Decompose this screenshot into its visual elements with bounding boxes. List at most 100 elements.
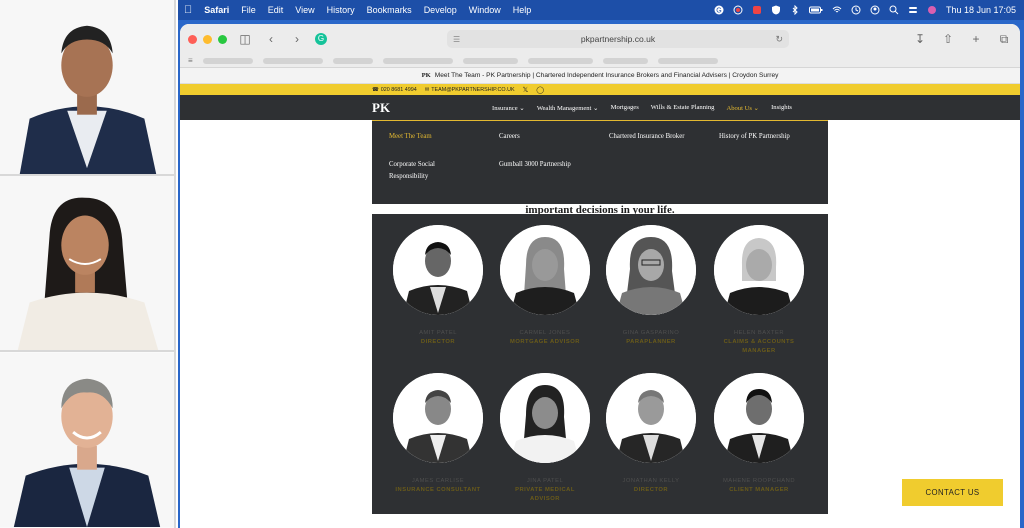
nav-about-us[interactable]: About Us ⌄ bbox=[726, 104, 759, 112]
team-member-card[interactable]: HELEN BAXTER CLAIMS & ACCOUNTS MANAGER bbox=[714, 225, 804, 356]
share-icon[interactable]: ⇧ bbox=[940, 32, 956, 47]
team-member-card[interactable]: JINA PATEL PRIVATE MEDICAL ADVISOR bbox=[500, 373, 590, 504]
x-twitter-icon[interactable]: 𝕏 bbox=[523, 86, 529, 94]
shield-icon[interactable] bbox=[771, 5, 781, 15]
dropdown-careers[interactable]: Careers bbox=[499, 131, 579, 143]
email-link[interactable]: TEAM@PKPARTNERSHIP.CO.UK bbox=[431, 87, 514, 93]
new-tab-icon[interactable]: + bbox=[968, 32, 984, 47]
portrait-photo-man-2 bbox=[0, 352, 176, 528]
dropdown-history[interactable]: History of PK Partnership bbox=[719, 131, 815, 143]
favorite-item-blurred[interactable] bbox=[527, 57, 593, 64]
contact-topbar: ☎ 020 8681 4994 ✉ TEAM@PKPARTNERSHIP.CO.… bbox=[180, 84, 1020, 95]
favorite-item-blurred[interactable] bbox=[382, 57, 453, 64]
page-settings-icon[interactable]: ☰ bbox=[453, 35, 460, 44]
grammarly-extension-icon[interactable]: G bbox=[315, 33, 327, 45]
bluetooth-icon[interactable] bbox=[790, 4, 800, 16]
team-member-name: AMIT PATEL bbox=[419, 330, 457, 336]
browser-toolbar: ◫ ‹ › G ☰ pkpartnership.co.uk ↻ ↧ ⇧ + ⧉ bbox=[180, 24, 1020, 54]
apple-menu-icon[interactable]:  bbox=[184, 4, 192, 16]
tab-overview-icon[interactable]: ⧉ bbox=[996, 32, 1012, 47]
team-member-photo[interactable] bbox=[393, 373, 483, 463]
menu-view[interactable]: View bbox=[295, 5, 314, 15]
team-member-card[interactable]: GINA GASPARINO PARAPLANNER bbox=[606, 225, 696, 347]
nav-mortgages[interactable]: Mortgages bbox=[611, 104, 639, 112]
menu-app-name[interactable]: Safari bbox=[204, 5, 229, 15]
menu-history[interactable]: History bbox=[327, 5, 355, 15]
team-member-photo[interactable] bbox=[500, 225, 590, 315]
control-center-icon[interactable] bbox=[908, 5, 918, 15]
team-member-photo[interactable] bbox=[714, 225, 804, 315]
team-member-role: PRIVATE MEDICAL ADVISOR bbox=[515, 487, 575, 502]
team-member-card[interactable]: JONATHAN KELLY DIRECTOR bbox=[606, 373, 696, 495]
download-icon[interactable]: ↧ bbox=[912, 32, 928, 47]
favorite-item-blurred[interactable] bbox=[262, 57, 323, 64]
menu-edit[interactable]: Edit bbox=[268, 5, 284, 15]
portrait-photo-woman bbox=[0, 176, 176, 352]
back-button-icon[interactable]: ‹ bbox=[263, 32, 279, 46]
url-text[interactable]: pkpartnership.co.uk bbox=[581, 34, 655, 44]
about-us-dropdown: Meet The Team Careers Chartered Insuranc… bbox=[372, 120, 828, 204]
minimize-window-button[interactable] bbox=[203, 34, 212, 44]
dropdown-csr[interactable]: Corporate Social Responsibility bbox=[389, 159, 469, 183]
favorites-menu-icon[interactable]: ≡ bbox=[188, 56, 193, 65]
dropdown-meet-the-team[interactable]: Meet The Team bbox=[389, 131, 469, 143]
menu-file[interactable]: File bbox=[241, 5, 256, 15]
nav-insights[interactable]: Insights bbox=[771, 104, 792, 112]
team-member-name: CARMEL JONES bbox=[519, 330, 571, 336]
clock-icon[interactable] bbox=[851, 5, 861, 15]
grammarly-icon[interactable]: G bbox=[714, 5, 724, 15]
site-logo[interactable]: PK bbox=[372, 100, 492, 116]
favorite-item-blurred[interactable] bbox=[602, 57, 648, 64]
menu-help[interactable]: Help bbox=[513, 5, 532, 15]
menubar-clock[interactable]: Thu 18 Jun 17:05 bbox=[946, 5, 1016, 15]
tab-title[interactable]: Meet The Team - PK Partnership | Charter… bbox=[435, 72, 779, 79]
zoom-window-button[interactable] bbox=[218, 34, 227, 44]
phone-link[interactable]: 020 8681 4994 bbox=[381, 87, 417, 93]
main-nav: PK Insurance ⌄ Wealth Management ⌄ Mortg… bbox=[180, 95, 1020, 120]
siri-icon[interactable] bbox=[927, 5, 937, 15]
team-member-photo[interactable] bbox=[500, 373, 590, 463]
address-bar[interactable]: ☰ pkpartnership.co.uk ↻ bbox=[447, 30, 789, 48]
nav-menu: Insurance ⌄ Wealth Management ⌄ Mortgage… bbox=[492, 104, 792, 112]
active-tab[interactable]: PK Meet The Team - PK Partnership | Char… bbox=[180, 68, 1020, 84]
favorite-item-blurred[interactable] bbox=[202, 57, 253, 64]
battery-icon[interactable] bbox=[808, 5, 823, 15]
web-page: ☎ 020 8681 4994 ✉ TEAM@PKPARTNERSHIP.CO.… bbox=[180, 84, 1020, 514]
team-member-role: DIRECTOR bbox=[633, 487, 669, 493]
record-icon[interactable] bbox=[733, 5, 743, 15]
nav-wealth-management[interactable]: Wealth Management ⌄ bbox=[537, 104, 599, 112]
nav-wills-estate-planning[interactable]: Wills & Estate Planning bbox=[651, 104, 715, 112]
sidebar-toggle-icon[interactable]: ◫ bbox=[237, 32, 253, 46]
favorite-item-blurred[interactable] bbox=[657, 57, 718, 64]
menu-window[interactable]: Window bbox=[469, 5, 501, 15]
team-member-photo[interactable] bbox=[393, 225, 483, 315]
menu-bookmarks[interactable]: Bookmarks bbox=[367, 5, 412, 15]
team-member-card[interactable]: MAHENE ROOPCHAND CLIENT MANAGER bbox=[714, 373, 804, 495]
search-icon[interactable] bbox=[889, 5, 899, 15]
favorite-item-blurred[interactable] bbox=[462, 57, 518, 64]
forward-button-icon[interactable]: › bbox=[289, 32, 305, 46]
menu-develop[interactable]: Develop bbox=[424, 5, 457, 15]
nav-insurance[interactable]: Insurance ⌄ bbox=[492, 104, 525, 112]
dropbox-icon[interactable] bbox=[752, 5, 762, 15]
favorite-item-blurred[interactable] bbox=[332, 57, 373, 64]
team-member-card[interactable]: AMIT PATEL DIRECTOR bbox=[393, 225, 483, 347]
dropdown-gumball-3000[interactable]: Gumball 3000 Partnership bbox=[499, 159, 579, 171]
team-member-card[interactable]: JAMES CARLISE INSURANCE CONSULTANT bbox=[393, 373, 483, 495]
email-icon: ✉ bbox=[424, 86, 430, 93]
team-member-photo[interactable] bbox=[606, 373, 696, 463]
wifi-icon[interactable] bbox=[832, 5, 842, 15]
team-member-photo[interactable] bbox=[714, 373, 804, 463]
close-window-button[interactable] bbox=[188, 34, 197, 44]
contact-us-button[interactable]: CONTACT US bbox=[902, 479, 1003, 506]
instagram-icon[interactable]: ◯ bbox=[536, 86, 544, 94]
user-icon[interactable] bbox=[870, 5, 880, 15]
team-member-role: MORTGAGE ADVISOR bbox=[510, 339, 580, 345]
reload-icon[interactable]: ↻ bbox=[775, 34, 783, 45]
dropdown-chartered-insurance-broker[interactable]: Chartered Insurance Broker bbox=[609, 131, 689, 143]
team-member-card[interactable]: CARMEL JONES MORTGAGE ADVISOR bbox=[500, 225, 590, 347]
team-member-photo[interactable] bbox=[606, 225, 696, 315]
window-controls bbox=[188, 34, 227, 44]
tab-favicon: PK bbox=[421, 72, 431, 79]
team-member-role: CLAIMS & ACCOUNTS MANAGER bbox=[723, 339, 795, 354]
